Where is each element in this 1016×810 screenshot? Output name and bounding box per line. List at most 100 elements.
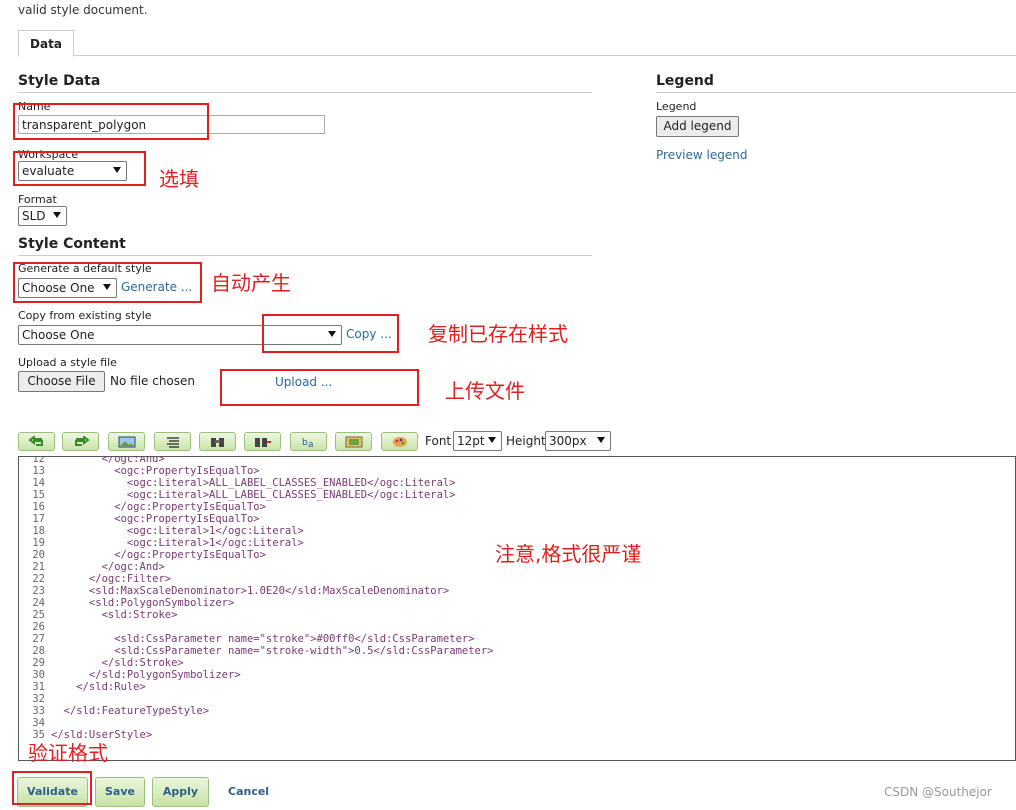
line-number: 18	[32, 525, 45, 537]
preview-legend-link[interactable]: Preview legend	[656, 148, 747, 162]
code-line: 27 <sld:CssParameter name="stroke">#00ff…	[19, 633, 494, 645]
code-line: 16 </ogc:PropertyIsEqualTo>	[19, 501, 494, 513]
palette-icon[interactable]	[381, 432, 418, 451]
apply-button[interactable]: Apply	[152, 777, 209, 807]
code-text: </sld:PolygonSymbolizer>	[51, 669, 241, 681]
chevron-down-icon	[597, 437, 605, 443]
code-text: <ogc:PropertyIsEqualTo>	[51, 465, 260, 477]
line-number: 32	[32, 693, 45, 705]
code-editor[interactable]: 12 </ogc:And> 13 <ogc:PropertyIsEqualTo> 1…	[18, 456, 1016, 761]
annotation-box-validate	[12, 771, 92, 805]
code-text: <sld:CssParameter name="stroke">#00ff0</…	[51, 633, 475, 645]
font-label: Font	[425, 434, 452, 448]
code-text: <ogc:PropertyIsEqualTo>	[51, 513, 260, 525]
style-content-divider	[18, 255, 592, 256]
chevron-down-icon	[53, 212, 61, 218]
preview-icon[interactable]	[335, 432, 372, 451]
line-number: 19	[32, 537, 45, 549]
code-line: 31 </sld:Rule>	[19, 681, 494, 693]
watermark: CSDN @Southejor	[884, 785, 992, 799]
no-file-text: No file chosen	[110, 374, 196, 388]
upload-label: Upload a style file	[18, 356, 117, 369]
code-line: 18 <ogc:Literal>1</ogc:Literal>	[19, 525, 494, 537]
font-size-value: 12pt	[457, 434, 485, 448]
annotation-auto: 自动产生	[211, 271, 291, 295]
annotation-box-upload	[220, 369, 419, 406]
line-number: 17	[32, 513, 45, 525]
line-number: 12	[32, 456, 45, 465]
line-number: 13	[32, 465, 45, 477]
format-label: Format	[18, 193, 57, 206]
code-text: <sld:PolygonSymbolizer>	[51, 597, 235, 609]
save-button[interactable]: Save	[95, 777, 145, 807]
code-text: <ogc:Literal>1</ogc:Literal>	[51, 537, 304, 549]
annotation-box-copy	[262, 314, 399, 353]
code-line: 33 </sld:FeatureTypeStyle>	[19, 705, 494, 717]
line-number: 16	[32, 501, 45, 513]
line-number: 33	[32, 705, 45, 717]
text-icon[interactable]: ba	[290, 432, 327, 451]
code-text: <sld:Stroke>	[51, 609, 178, 621]
line-number: 31	[32, 681, 45, 693]
copy-label: Copy from existing style	[18, 309, 152, 322]
height-value: 300px	[549, 434, 587, 448]
code-text: </ogc:And>	[51, 561, 165, 573]
code-line: 30 </sld:PolygonSymbolizer>	[19, 669, 494, 681]
code-text: </ogc:PropertyIsEqualTo>	[51, 501, 266, 513]
code-text: <sld:MaxScaleDenominator>1.0E20</sld:Max…	[51, 585, 450, 597]
code-text: <ogc:Literal>1</ogc:Literal>	[51, 525, 304, 537]
code-line: 13 <ogc:PropertyIsEqualTo>	[19, 465, 494, 477]
code-line: 23 <sld:MaxScaleDenominator>1.0E20</sld:…	[19, 585, 494, 597]
line-number: 23	[32, 585, 45, 597]
style-data-title: Style Data	[18, 73, 101, 89]
style-data-divider	[18, 92, 592, 93]
code-text: <ogc:Literal>ALL_LABEL_CLASSES_ENABLED</…	[51, 489, 456, 501]
choose-file-button[interactable]: Choose File	[18, 371, 105, 392]
height-label: Height	[506, 434, 546, 448]
code-lines: 12 </ogc:And> 13 <ogc:PropertyIsEqualTo> 1…	[19, 456, 494, 741]
image-icon[interactable]	[108, 432, 145, 451]
add-legend-button[interactable]: Add legend	[656, 116, 739, 137]
line-number: 24	[32, 597, 45, 609]
chevron-down-icon	[488, 437, 496, 443]
code-text: <ogc:Literal>ALL_LABEL_CLASSES_ENABLED</…	[51, 477, 456, 489]
annotation-optional: 选填	[159, 167, 199, 191]
code-text: </sld:FeatureTypeStyle>	[51, 705, 210, 717]
code-line: 12 </ogc:And>	[19, 456, 494, 465]
cancel-link[interactable]: Cancel	[228, 785, 269, 798]
code-line: 22 </ogc:Filter>	[19, 573, 494, 585]
annotation-strict: 注意,格式很严谨	[495, 542, 642, 566]
svg-text:a: a	[308, 440, 314, 448]
code-line: 15 <ogc:Literal>ALL_LABEL_CLASSES_ENABLE…	[19, 489, 494, 501]
line-number: 14	[32, 477, 45, 489]
line-number: 26	[32, 621, 45, 633]
line-number: 21	[32, 561, 45, 573]
annotation-box-workspace	[13, 151, 146, 186]
annotation-box-name	[13, 103, 209, 140]
line-number: 15	[32, 489, 45, 501]
line-number: 22	[32, 573, 45, 585]
find-icon[interactable]	[199, 432, 236, 451]
tab-bar-divider	[18, 55, 1016, 56]
tab-data[interactable]: Data	[18, 30, 74, 57]
code-line: 17 <ogc:PropertyIsEqualTo>	[19, 513, 494, 525]
code-line: 19 <ogc:Literal>1</ogc:Literal>	[19, 537, 494, 549]
format-select[interactable]: SLD	[18, 206, 67, 226]
height-select[interactable]: 300px	[545, 431, 611, 451]
replace-icon[interactable]	[244, 432, 281, 451]
annotation-validate: 验证格式	[28, 741, 108, 765]
legend-label: Legend	[656, 100, 697, 113]
code-text: </ogc:PropertyIsEqualTo>	[51, 549, 266, 561]
line-number: 34	[32, 717, 45, 729]
undo-icon[interactable]	[18, 432, 55, 451]
code-line: 14 <ogc:Literal>ALL_LABEL_CLASSES_ENABLE…	[19, 477, 494, 489]
code-line: 21 </ogc:And>	[19, 561, 494, 573]
status-message: valid style document.	[18, 3, 148, 17]
style-content-title: Style Content	[18, 236, 126, 252]
code-line: 26	[19, 621, 494, 633]
line-number: 30	[32, 669, 45, 681]
code-line: 28 <sld:CssParameter name="stroke-width"…	[19, 645, 493, 657]
redo-icon[interactable]	[62, 432, 99, 451]
font-size-select[interactable]: 12pt	[453, 431, 502, 451]
format-icon[interactable]	[154, 432, 191, 451]
